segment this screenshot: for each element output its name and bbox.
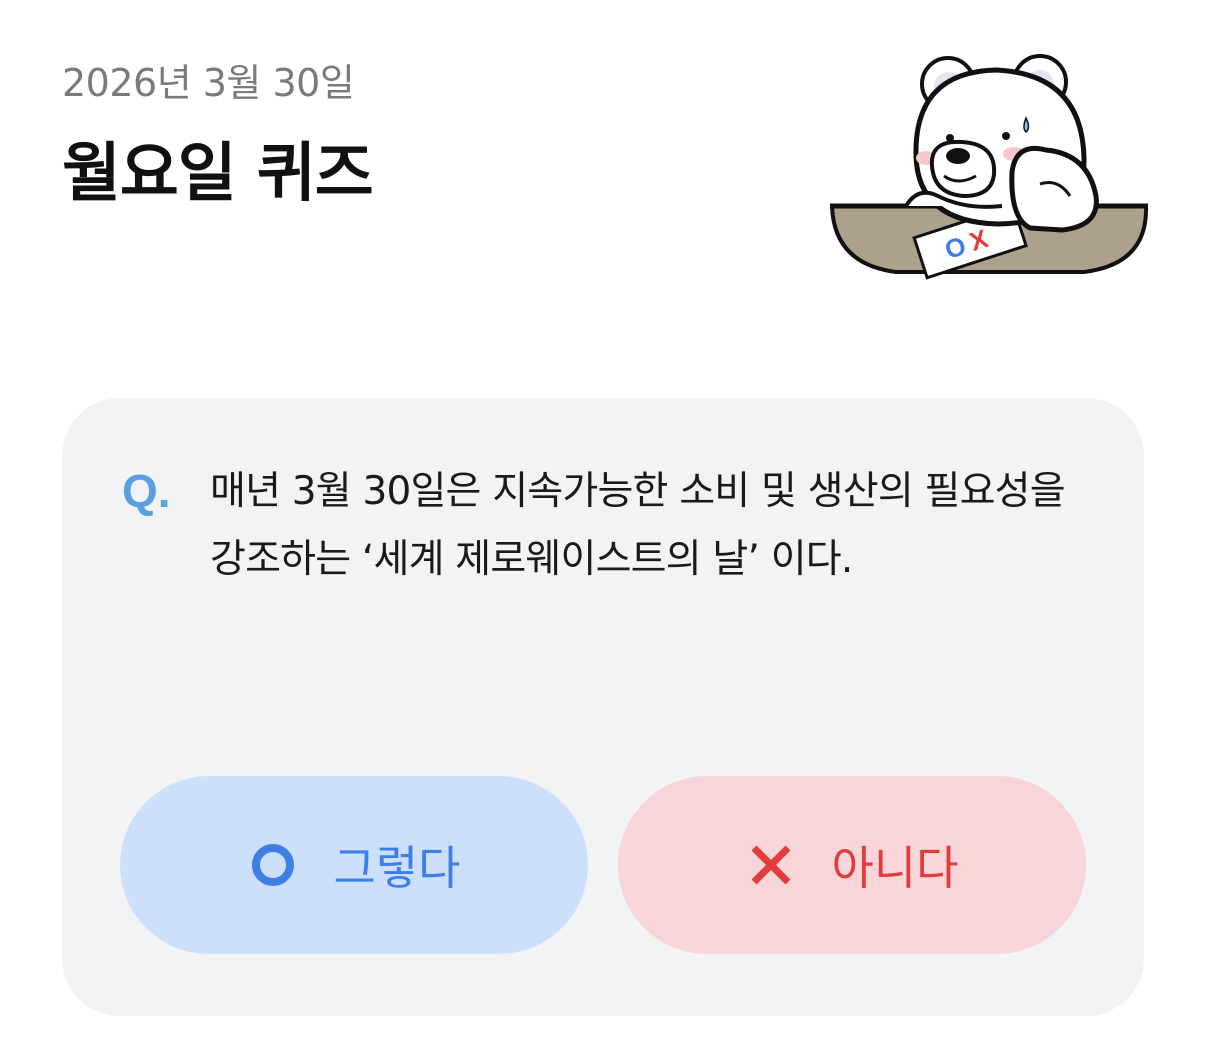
answer-no-button[interactable]: 아니다 — [618, 776, 1086, 954]
answer-yes-button[interactable]: 그렇다 — [120, 776, 588, 954]
circle-o-icon — [248, 840, 298, 890]
x-mark-icon — [746, 840, 796, 890]
question-text: 매년 3월 30일은 지속가능한 소비 및 생산의 필요성을 강조하는 ‘세계 … — [210, 469, 1066, 582]
answer-no-label: 아니다 — [831, 841, 959, 895]
answer-yes-label: 그렇다 — [333, 841, 461, 895]
page-title: 월요일 퀴즈 — [62, 137, 374, 211]
polar-bear-thinking-icon: O X — [826, 46, 1152, 286]
question-label: Q. — [122, 465, 171, 517]
quiz-date: 2026년 3월 30일 — [62, 61, 355, 105]
quiz-card: Q. 매년 3월 30일은 지속가능한 소비 및 생산의 필요성을 강조하는 ‘… — [62, 398, 1144, 1016]
